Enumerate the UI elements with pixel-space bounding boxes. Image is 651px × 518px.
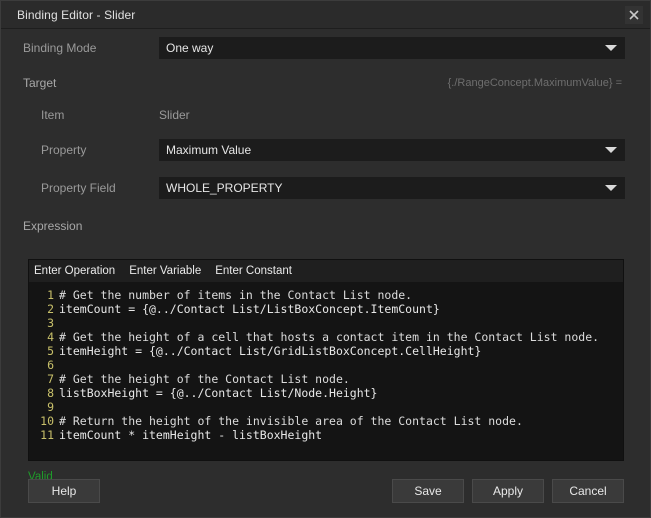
apply-button[interactable]: Apply	[472, 479, 544, 503]
line-number: 5	[29, 344, 59, 358]
property-row: Property Maximum Value	[13, 131, 638, 169]
code-text: itemHeight = {@../Contact List/GridListB…	[59, 344, 481, 358]
code-text: itemCount * itemHeight - listBoxHeight	[59, 428, 322, 442]
binding-mode-label: Binding Mode	[13, 41, 159, 55]
code-text: # Get the height of the Contact List nod…	[59, 372, 350, 386]
dialog-footer: Help Save Apply Cancel	[1, 465, 650, 517]
code-line: 1# Get the number of items in the Contac…	[29, 288, 623, 302]
save-button[interactable]: Save	[392, 479, 464, 503]
expression-editor[interactable]: Enter Operation Enter Variable Enter Con…	[28, 259, 624, 461]
binding-mode-value: One way	[160, 41, 213, 55]
code-text: listBoxHeight = {@../Contact List/Node.H…	[59, 386, 378, 400]
cancel-button[interactable]: Cancel	[552, 479, 624, 503]
property-field-select[interactable]: WHOLE_PROPERTY	[159, 177, 625, 199]
code-text: itemCount = {@../Contact List/ListBoxCon…	[59, 302, 440, 316]
binding-editor-dialog: Binding Editor - Slider Binding Mode One…	[0, 0, 651, 518]
window-title: Binding Editor - Slider	[17, 8, 135, 22]
chevron-down-icon	[605, 185, 617, 191]
code-text: # Get the height of a cell that hosts a …	[59, 330, 599, 344]
property-field-value: WHOLE_PROPERTY	[160, 181, 282, 195]
expression-section-label: Expression	[13, 219, 82, 233]
chevron-down-icon	[605, 147, 617, 153]
code-line: 10# Return the height of the invisible a…	[29, 414, 623, 428]
code-line: 8listBoxHeight = {@../Contact List/Node.…	[29, 386, 623, 400]
code-line: 2itemCount = {@../Contact List/ListBoxCo…	[29, 302, 623, 316]
code-line: 5itemHeight = {@../Contact List/GridList…	[29, 344, 623, 358]
property-label: Property	[13, 143, 159, 157]
line-number: 10	[29, 414, 59, 428]
property-value: Maximum Value	[160, 143, 251, 157]
line-number: 4	[29, 330, 59, 344]
line-number: 7	[29, 372, 59, 386]
enter-operation-link[interactable]: Enter Operation	[34, 265, 115, 277]
property-field-label: Property Field	[13, 181, 159, 195]
target-section-row: Target {./RangeConcept.MaximumValue} =	[13, 67, 638, 99]
target-expression-preview: {./RangeConcept.MaximumValue} =	[448, 77, 638, 89]
close-glyph	[629, 10, 639, 20]
target-section-label: Target	[13, 76, 56, 90]
item-row: Item Slider	[13, 99, 638, 131]
item-label: Item	[13, 108, 159, 122]
code-line: 6	[29, 358, 623, 372]
footer-actions: Save Apply Cancel	[392, 479, 624, 503]
chevron-down-icon	[605, 45, 617, 51]
enter-constant-link[interactable]: Enter Constant	[215, 265, 292, 277]
property-field-row: Property Field WHOLE_PROPERTY	[13, 169, 638, 207]
code-line: 11itemCount * itemHeight - listBoxHeight	[29, 428, 623, 442]
code-text: # Return the height of the invisible are…	[59, 414, 523, 428]
line-number: 6	[29, 358, 59, 372]
code-line: 9	[29, 400, 623, 414]
line-number: 11	[29, 428, 59, 442]
line-number: 9	[29, 400, 59, 414]
code-area[interactable]: 1# Get the number of items in the Contac…	[29, 282, 623, 460]
property-select[interactable]: Maximum Value	[159, 139, 625, 161]
code-line: 4# Get the height of a cell that hosts a…	[29, 330, 623, 344]
item-value: Slider	[159, 108, 190, 122]
expression-toolbar: Enter Operation Enter Variable Enter Con…	[29, 260, 623, 282]
code-line: 3	[29, 316, 623, 330]
line-number: 2	[29, 302, 59, 316]
binding-mode-select[interactable]: One way	[159, 37, 625, 59]
close-icon[interactable]	[625, 6, 643, 24]
binding-mode-row: Binding Mode One way	[13, 29, 638, 67]
help-button[interactable]: Help	[28, 479, 100, 503]
code-line: 7# Get the height of the Contact List no…	[29, 372, 623, 386]
expression-section-row: Expression	[13, 207, 638, 237]
dialog-body: Binding Mode One way Target {./RangeConc…	[1, 29, 650, 517]
title-bar: Binding Editor - Slider	[1, 1, 650, 29]
line-number: 3	[29, 316, 59, 330]
enter-variable-link[interactable]: Enter Variable	[129, 265, 201, 277]
line-number: 1	[29, 288, 59, 302]
line-number: 8	[29, 386, 59, 400]
code-text: # Get the number of items in the Contact…	[59, 288, 412, 302]
